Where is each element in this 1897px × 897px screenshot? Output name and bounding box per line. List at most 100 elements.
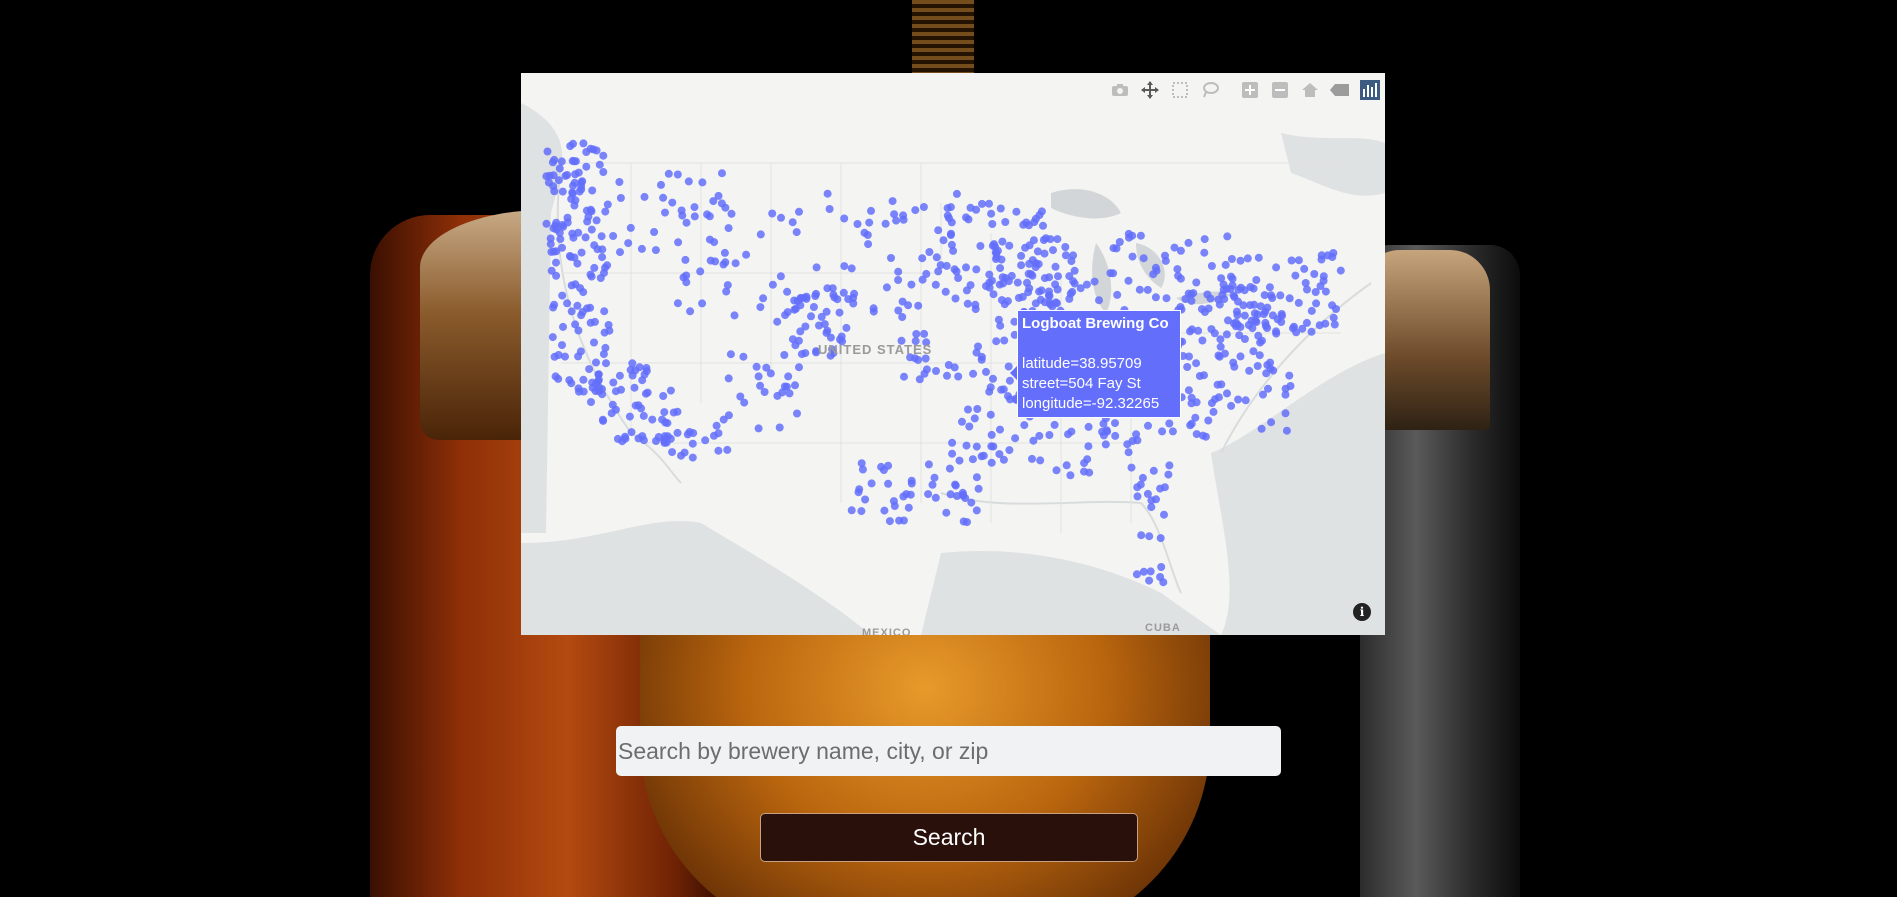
brewery-marker[interactable] [1254,253,1263,262]
brewery-marker[interactable] [987,430,996,439]
brewery-marker[interactable] [673,407,682,416]
brewery-marker[interactable] [576,347,585,356]
brewery-marker[interactable] [1113,290,1122,299]
zoom-out-icon[interactable] [1265,77,1295,103]
brewery-marker[interactable] [547,266,556,275]
brewery-marker[interactable] [943,204,952,213]
brewery-marker[interactable] [1101,440,1110,449]
brewery-marker[interactable] [887,254,895,262]
brewery-marker[interactable] [575,387,583,396]
brewery-marker[interactable] [1066,289,1075,298]
brewery-marker[interactable] [1109,244,1118,253]
brewery-marker[interactable] [942,508,951,517]
brewery-marker[interactable] [719,415,728,424]
brewery-marker[interactable] [947,240,956,249]
brewery-marker[interactable] [793,297,802,305]
brewery-marker[interactable] [714,446,723,455]
brewery-marker[interactable] [582,162,591,171]
brewery-marker[interactable] [1260,291,1269,300]
brewery-marker[interactable] [1013,278,1022,287]
brewery-marker[interactable] [825,205,834,213]
brewery-marker[interactable] [1285,294,1294,303]
brewery-marker[interactable] [1151,293,1160,302]
brewery-marker[interactable] [1165,419,1174,428]
brewery-marker[interactable] [709,197,718,206]
brewery-marker[interactable] [1262,369,1271,378]
brewery-marker[interactable] [1191,413,1200,422]
brewery-marker[interactable] [1285,371,1294,380]
brewery-marker[interactable] [570,178,579,187]
brewery-marker[interactable] [1012,207,1021,216]
brewery-marker[interactable] [1236,352,1245,361]
brewery-marker[interactable] [615,371,624,380]
brewery-marker[interactable] [775,423,784,432]
brewery-marker[interactable] [1147,503,1156,512]
brewery-marker[interactable] [795,363,803,372]
brewery-marker[interactable] [736,392,745,401]
brewery-marker[interactable] [1137,531,1146,540]
brewery-marker[interactable] [1018,292,1027,301]
brewery-marker[interactable] [1160,483,1169,492]
brewery-marker[interactable] [1192,430,1201,439]
brewery-marker[interactable] [549,303,558,312]
brewery-marker[interactable] [587,398,595,406]
brewery-marker[interactable] [977,452,986,461]
brewery-marker[interactable] [730,311,739,320]
brewery-marker[interactable] [972,473,981,482]
brewery-marker[interactable] [780,351,789,359]
brewery-marker[interactable] [682,218,691,227]
brewery-marker[interactable] [754,372,763,381]
brewery-map[interactable]: UNITED STATES MEXICO CUBA Logboat Brewin… [521,73,1385,635]
brewery-marker[interactable] [1132,430,1141,439]
brewery-marker[interactable] [881,219,890,228]
brewery-marker[interactable] [688,439,697,448]
brewery-marker[interactable] [589,145,598,154]
brewery-marker[interactable] [842,323,851,332]
brewery-marker[interactable] [1263,303,1272,312]
brewery-marker[interactable] [884,461,893,470]
brewery-marker[interactable] [586,205,595,214]
brewery-marker[interactable] [996,264,1005,273]
brewery-marker[interactable] [592,216,601,225]
brewery-marker[interactable] [1256,338,1265,347]
brewery-marker[interactable] [823,189,832,198]
brewery-marker[interactable] [721,203,730,212]
brewery-marker[interactable] [1216,335,1225,344]
brewery-marker[interactable] [630,383,639,392]
brewery-marker[interactable] [1139,567,1148,576]
brewery-marker[interactable] [583,304,591,313]
brewery-marker[interactable] [976,242,985,250]
brewery-marker[interactable] [631,366,640,375]
brewery-marker[interactable] [809,303,818,311]
brewery-marker[interactable] [961,494,970,503]
brewery-marker[interactable] [1221,260,1230,269]
brewery-marker[interactable] [640,370,649,379]
brewery-marker[interactable] [1037,286,1046,295]
brewery-marker[interactable] [869,307,878,316]
brewery-marker[interactable] [680,448,689,457]
brewery-marker[interactable] [1281,409,1290,418]
brewery-marker[interactable] [914,301,923,310]
brewery-marker[interactable] [1095,296,1103,305]
brewery-marker[interactable] [768,209,777,218]
brewery-marker[interactable] [1090,277,1099,286]
brewery-marker[interactable] [1183,363,1192,371]
brewery-marker[interactable] [566,142,575,151]
brewery-marker[interactable] [885,517,894,526]
brewery-marker[interactable] [659,392,668,400]
brewery-marker[interactable] [1315,321,1324,330]
brewery-marker[interactable] [1124,276,1133,285]
brewery-marker[interactable] [1277,310,1286,318]
brewery-marker[interactable] [1185,352,1193,361]
brewery-marker[interactable] [1149,270,1158,279]
brewery-marker[interactable] [759,294,768,303]
brewery-marker[interactable] [931,280,940,289]
brewery-marker[interactable] [705,235,714,244]
brewery-marker[interactable] [1332,305,1340,313]
brewery-marker[interactable] [552,225,561,234]
brewery-marker[interactable] [1062,461,1071,470]
brewery-marker[interactable] [1028,271,1037,280]
brewery-marker[interactable] [742,250,751,259]
brewery-marker[interactable] [894,267,903,276]
brewery-marker[interactable] [603,261,612,270]
